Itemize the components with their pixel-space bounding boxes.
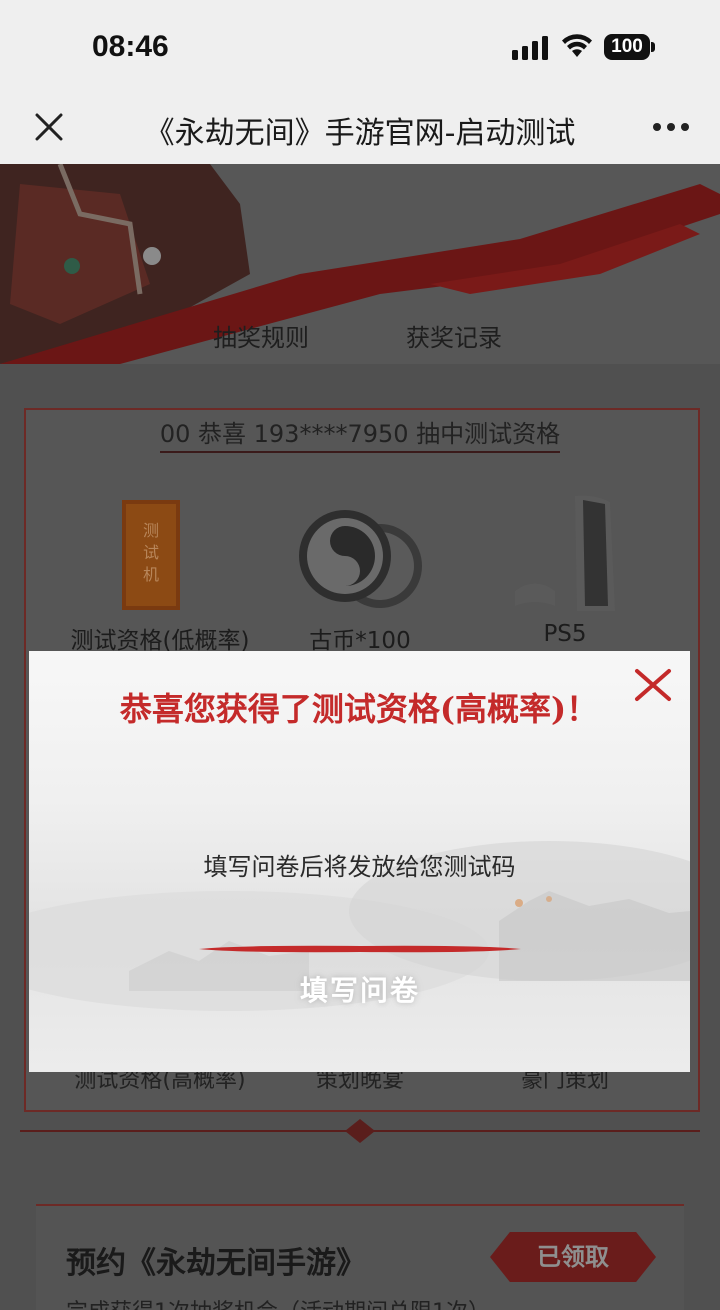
winner-ticker: 00 恭喜 193****7950 抽中测试资格: [159, 420, 561, 448]
reserve-title: 预约《永劫无间手游》: [66, 1246, 366, 1281]
browser-nav-bar: 《永劫无间》手游官网-启动测试: [0, 98, 720, 164]
wifi-icon: [562, 34, 592, 57]
tab-lottery-rules[interactable]: 抽奖规则: [213, 318, 309, 353]
fill-survey-button[interactable]: 填写问卷: [199, 945, 521, 1021]
claimed-badge[interactable]: 已领取: [490, 1232, 656, 1282]
hero-artwork: [0, 164, 720, 364]
cellular-signal-icon: [512, 36, 548, 60]
modal-message: 填写问卷后将发放给您测试码: [203, 853, 516, 881]
prize-label: 古币*100: [309, 628, 411, 654]
button-brush-stroke: [199, 945, 521, 953]
svg-text:试: 试: [143, 543, 159, 562]
modal-title: 恭喜您获得了测试资格(高概率)！: [119, 690, 599, 728]
fill-survey-label: 填写问卷: [299, 974, 420, 1007]
reward-modal: 恭喜您获得了测试资格(高概率)！ 填写问卷后将发放给您测试码 填写问卷: [29, 651, 690, 1072]
tab-prize-records[interactable]: 获奖记录: [406, 318, 502, 353]
svg-text:测: 测: [143, 521, 159, 540]
reserve-description: 完成获得1次抽奖机会（活动期间总限1次）: [66, 1294, 490, 1310]
more-options-icon[interactable]: [652, 122, 690, 132]
ticker-divider: [160, 451, 560, 453]
battery-tip: [651, 42, 655, 52]
prize-label: PS5: [543, 621, 587, 647]
modal-close-icon[interactable]: [633, 667, 673, 703]
page-title: 《永劫无间》手游官网-启动测试: [144, 116, 576, 151]
divider-ornament: [20, 1119, 700, 1143]
status-bar: 08:46 100: [0, 0, 720, 98]
svg-text:机: 机: [143, 565, 159, 584]
battery-indicator: 100: [604, 34, 650, 60]
prize-label: 测试资格(低概率): [70, 628, 250, 654]
close-icon[interactable]: [34, 112, 64, 142]
status-time: 08:46: [92, 30, 169, 63]
